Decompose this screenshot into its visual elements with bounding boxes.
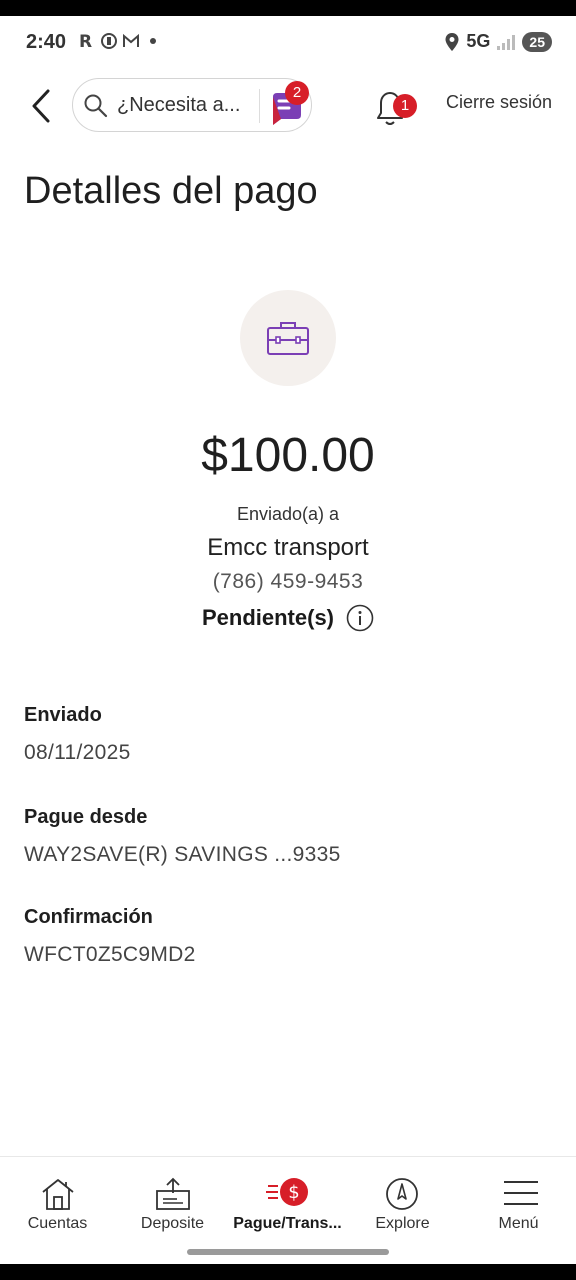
detail-pay-from: Pague desde WAY2SAVE(R) SAVINGS ...9335 xyxy=(24,806,341,867)
status-bar: 2:40 R 5G 25 xyxy=(0,16,576,70)
nav-label: Deposite xyxy=(140,1215,205,1232)
search-divider xyxy=(259,89,260,123)
r-icon: R xyxy=(79,32,92,50)
detail-value: 08/11/2025 xyxy=(24,741,131,764)
nav-explore[interactable]: Explore xyxy=(345,1157,460,1245)
payment-status: Pendiente(s) xyxy=(201,605,335,630)
compass-icon xyxy=(386,1178,418,1210)
bottom-nav: Cuentas Deposite $ Pague/Trans... Explor… xyxy=(0,1156,576,1244)
assistant-badge: 2 xyxy=(285,81,309,105)
screen: 2:40 R 5G 25 ¿Necesita a... 2 1 Cierre s… xyxy=(0,16,576,1264)
payee-icon-circle xyxy=(240,290,336,386)
nav-label: Cuentas xyxy=(27,1215,88,1232)
search-bar[interactable]: ¿Necesita a... 2 xyxy=(72,78,312,132)
sent-to-label: Enviado(a) a xyxy=(236,504,340,524)
detail-confirmation: Confirmación WFCT0Z5C9MD2 xyxy=(24,906,196,967)
info-icon[interactable] xyxy=(346,604,374,632)
status-time: 2:40 xyxy=(26,31,67,53)
svg-text:$: $ xyxy=(288,1182,299,1203)
home-indicator[interactable] xyxy=(187,1249,389,1255)
detail-label: Pague desde xyxy=(24,806,148,828)
app-header: ¿Necesita a... 2 1 Cierre sesión xyxy=(0,76,576,136)
nav-cuentas[interactable]: Cuentas xyxy=(0,1157,115,1245)
dot-icon xyxy=(150,38,156,44)
briefcase-icon xyxy=(267,322,309,355)
battery-indicator: 25 xyxy=(522,31,552,52)
detail-value: WFCT0Z5C9MD2 xyxy=(24,943,196,966)
detail-label: Enviado xyxy=(24,704,102,726)
notifications-badge: 1 xyxy=(393,94,417,118)
circle-icon xyxy=(101,33,117,49)
page-title: Detalles del pago xyxy=(24,170,318,212)
home-icon xyxy=(42,1179,74,1210)
search-icon xyxy=(84,94,108,118)
payee-name: Emcc transport xyxy=(207,534,369,561)
network-type: 5G xyxy=(466,31,491,51)
status-icons: R xyxy=(78,32,162,50)
logout-link[interactable]: Cierre sesión xyxy=(446,92,552,113)
nav-menu[interactable]: Menú xyxy=(461,1157,576,1245)
payee-phone: (786) 459-9453 xyxy=(212,570,364,593)
deposit-icon xyxy=(156,1177,190,1210)
back-arrow-icon[interactable] xyxy=(26,86,58,126)
pay-transfer-icon: $ xyxy=(266,1178,308,1206)
signal-icon xyxy=(497,34,516,50)
svg-text:R: R xyxy=(79,32,92,50)
detail-sent-date: Enviado 08/11/2025 xyxy=(24,704,131,765)
nav-label: Menú xyxy=(498,1215,539,1232)
nav-pague-transfiera[interactable]: $ Pague/Trans... xyxy=(230,1157,345,1245)
hamburger-icon xyxy=(504,1181,538,1205)
mail-icon xyxy=(123,33,139,47)
nav-deposite[interactable]: Deposite xyxy=(115,1157,230,1245)
detail-label: Confirmación xyxy=(24,906,153,928)
location-icon xyxy=(445,32,459,51)
nav-label: Explore xyxy=(375,1215,430,1232)
nav-label: Pague/Trans... xyxy=(233,1215,342,1232)
search-placeholder: ¿Necesita a... xyxy=(117,94,241,116)
payment-amount: $100.00 xyxy=(201,429,375,482)
detail-value: WAY2SAVE(R) SAVINGS ...9335 xyxy=(24,843,341,866)
status-right: 5G 25 xyxy=(444,31,552,52)
payment-status-row: Pendiente(s) xyxy=(0,604,576,632)
